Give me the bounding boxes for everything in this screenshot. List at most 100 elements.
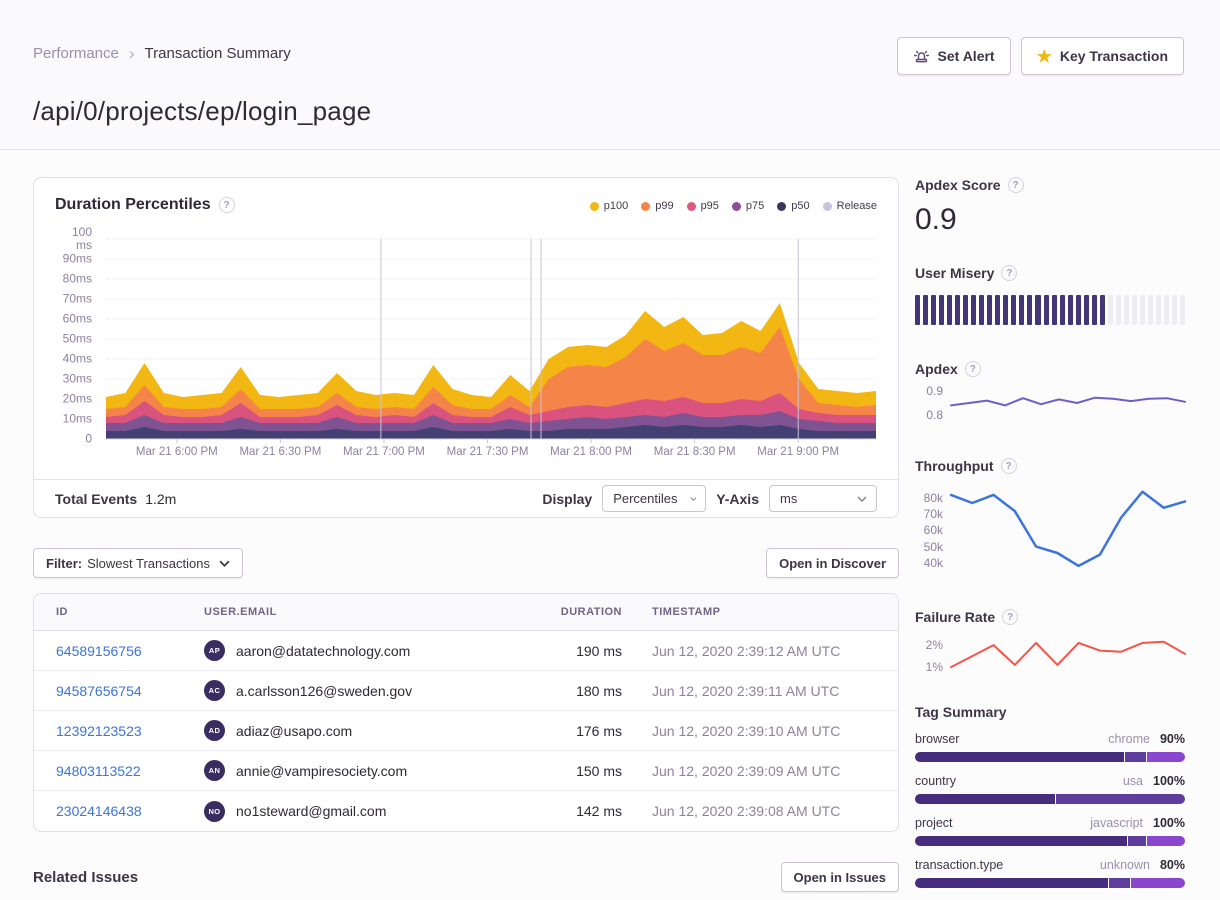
misery-segment-filled — [1100, 295, 1105, 325]
legend-item-p50[interactable]: p50 — [777, 200, 809, 212]
x-axis-label: Mar 21 7:30 PM — [447, 446, 529, 458]
tag-percentage: 90% — [1160, 732, 1185, 746]
legend-item-p99[interactable]: p99 — [641, 200, 673, 212]
transaction-id-link[interactable]: 94803113522 — [56, 763, 141, 779]
tag-value: unknown — [1100, 858, 1150, 872]
apdex-chart-label: Apdex — [915, 361, 958, 377]
yaxis-label: Y-Axis — [716, 491, 759, 507]
y-axis-label: 20ms — [56, 393, 92, 406]
sparkline-tick-label: 0.8 — [926, 408, 943, 422]
apdex-sparkline: 0.9 0.8 — [915, 385, 1185, 421]
legend-item-release[interactable]: Release — [823, 200, 877, 212]
tag-bar-segment — [1131, 878, 1185, 888]
transaction-id-link[interactable]: 64589156756 — [56, 643, 142, 659]
misery-segment-filled — [1044, 295, 1049, 325]
breadcrumb-performance[interactable]: Performance — [33, 45, 119, 62]
transaction-id-link[interactable]: 23024146438 — [56, 803, 142, 819]
misery-segment-filled — [1019, 295, 1024, 325]
tag-bar-segment — [1109, 878, 1130, 888]
misery-segment-filled — [1011, 295, 1016, 325]
chart-title: Duration Percentiles — [55, 196, 211, 214]
tag-bar-segment — [1147, 752, 1185, 762]
legend-label: p75 — [746, 200, 764, 212]
page-title: /api/0/projects/ep/login_page — [33, 96, 371, 127]
tag-bar-segment — [1056, 794, 1185, 804]
misery-segment-empty — [1180, 295, 1185, 325]
tag-key: project — [915, 816, 953, 830]
display-select-value: Percentiles — [613, 491, 677, 506]
filter-label: Filter: — [46, 556, 82, 571]
x-axis: Mar 21 6:00 PMMar 21 6:30 PMMar 21 7:00 … — [106, 446, 876, 462]
tag-value: javascript — [1090, 816, 1143, 830]
sparkline-tick-label: 1% — [926, 660, 943, 674]
tag-distribution-bar — [915, 752, 1185, 762]
misery-segment-filled — [955, 295, 960, 325]
tag-distribution-bar — [915, 836, 1185, 846]
tag-key: browser — [915, 732, 959, 746]
legend-dot — [732, 202, 741, 211]
user-email: a.carlsson126@sweden.gov — [236, 683, 412, 699]
tag-row-browser: browserchrome90% — [915, 732, 1185, 762]
legend-item-p75[interactable]: p75 — [732, 200, 764, 212]
y-axis-label: 50ms — [56, 333, 92, 346]
sparkline-tick-label: 60k — [924, 523, 943, 537]
column-header-user-email: USER.EMAIL — [204, 606, 508, 618]
help-icon[interactable]: ? — [1008, 177, 1024, 193]
tag-bar-segment — [1128, 836, 1147, 846]
help-icon[interactable]: ? — [965, 361, 981, 377]
tag-bar-segment — [915, 752, 1124, 762]
key-transaction-button[interactable]: ★ Key Transaction — [1021, 37, 1184, 75]
legend-item-p95[interactable]: p95 — [687, 200, 719, 212]
tag-value: usa — [1123, 774, 1143, 788]
chevron-right-icon: › — [129, 45, 135, 62]
duration-percentiles-chart — [106, 239, 876, 439]
display-select[interactable]: Percentiles — [602, 485, 706, 512]
help-icon[interactable]: ? — [1001, 458, 1017, 474]
duration-value: 142 ms — [508, 803, 626, 819]
misery-segment-filled — [1084, 295, 1089, 325]
y-axis: 100 ms90ms80ms70ms60ms50ms40ms30ms20ms10… — [48, 239, 100, 439]
tag-percentage: 100% — [1153, 774, 1185, 788]
breadcrumb: Performance › Transaction Summary — [33, 45, 291, 62]
filter-dropdown-button[interactable]: Filter: Slowest Transactions — [33, 548, 243, 578]
timestamp-value: Jun 12, 2020 2:39:10 AM UTC — [626, 723, 876, 739]
star-icon: ★ — [1037, 48, 1052, 65]
breadcrumb-transaction-summary: Transaction Summary — [145, 45, 291, 62]
misery-segment-filled — [971, 295, 976, 325]
help-icon[interactable]: ? — [1002, 609, 1018, 625]
legend-item-p100[interactable]: p100 — [590, 200, 628, 212]
transaction-id-link[interactable]: 94587656754 — [56, 683, 142, 699]
misery-segment-filled — [1076, 295, 1081, 325]
misery-segment-filled — [1035, 295, 1040, 325]
chevron-down-icon — [857, 496, 867, 502]
timestamp-value: Jun 12, 2020 2:39:12 AM UTC — [626, 643, 876, 659]
sparkline-tick-label: 0.9 — [926, 384, 943, 398]
x-axis-label: Mar 21 8:00 PM — [550, 446, 632, 458]
y-axis-label: 80ms — [56, 273, 92, 286]
open-in-issues-button[interactable]: Open in Issues — [781, 862, 899, 892]
legend-dot — [823, 202, 832, 211]
x-axis-label: Mar 21 6:00 PM — [136, 446, 218, 458]
help-icon[interactable]: ? — [1001, 265, 1017, 281]
tag-percentage: 100% — [1153, 816, 1185, 830]
open-in-discover-button[interactable]: Open in Discover — [766, 548, 899, 578]
tag-bar-segment — [915, 794, 1055, 804]
sparkline-tick-label: 2% — [926, 638, 943, 652]
chart-footer: Total Events 1.2m Display Percentiles Y-… — [34, 479, 898, 517]
transaction-id-link[interactable]: 12392123523 — [56, 723, 142, 739]
misery-segment-empty — [1164, 295, 1169, 325]
set-alert-button[interactable]: Set Alert — [897, 37, 1011, 75]
help-icon[interactable]: ? — [219, 197, 235, 213]
chevron-down-icon — [219, 560, 230, 567]
yaxis-select[interactable]: ms — [769, 485, 877, 512]
user-email: adiaz@usapo.com — [236, 723, 352, 739]
tag-row-transaction-type: transaction.typeunknown80% — [915, 858, 1185, 888]
summary-sidebar: Apdex Score ? 0.9 User Misery ? Apdex ? … — [915, 177, 1185, 892]
tag-row-country: countryusa100% — [915, 774, 1185, 804]
avatar: NO — [204, 801, 225, 822]
duration-value: 150 ms — [508, 763, 626, 779]
total-events-label: Total Events — [55, 491, 137, 507]
throughput-sparkline: 80k70k60k50k40k — [915, 482, 1185, 574]
user-email: no1steward@gmail.com — [236, 803, 386, 819]
key-transaction-label: Key Transaction — [1060, 48, 1168, 64]
